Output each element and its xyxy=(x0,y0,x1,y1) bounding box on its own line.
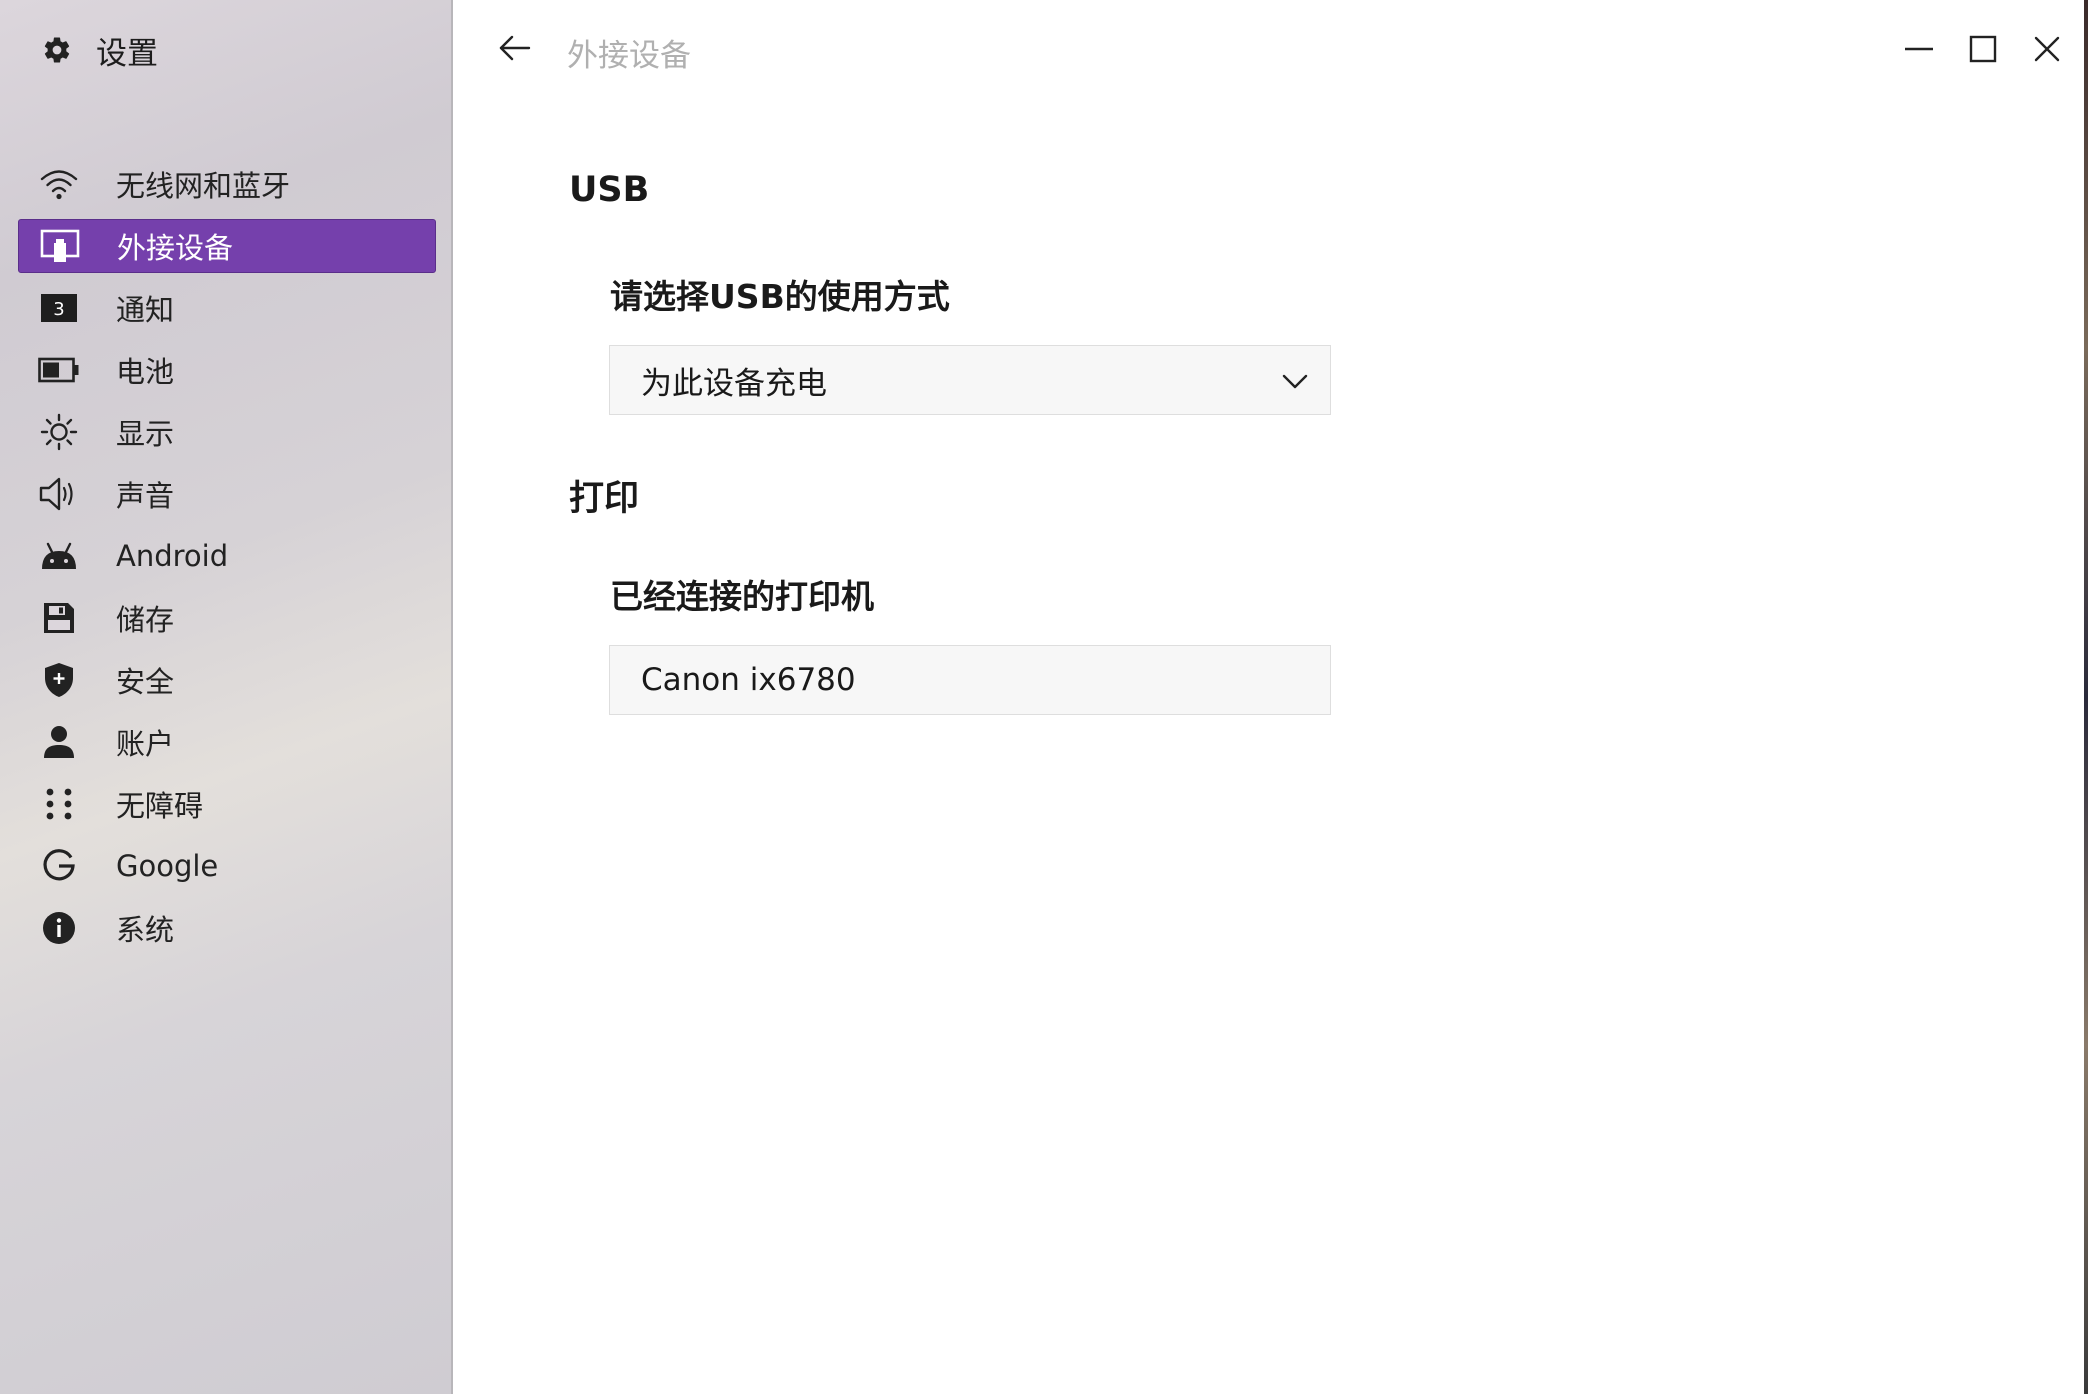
close-icon xyxy=(2033,35,2061,67)
usb-mode-dropdown[interactable]: 为此设备充电 xyxy=(609,345,1331,415)
usb-mode-label: 请选择USB的使用方式 xyxy=(610,277,950,316)
google-icon xyxy=(38,845,80,887)
accessibility-icon xyxy=(38,783,80,825)
sidebar-item-sound[interactable]: 声音 xyxy=(18,467,436,521)
sidebar-item-security[interactable]: 安全 xyxy=(18,653,436,707)
shield-icon xyxy=(38,659,80,701)
sidebar-item-label: 无障碍 xyxy=(116,789,204,823)
title-bar: 外接设备 xyxy=(455,0,2088,100)
sidebar: 设置 无线网和蓝牙 外接设备 3 通知 电池 显示 声音 Android 储存 … xyxy=(0,0,453,1394)
sidebar-item-connected-devices[interactable]: 外接设备 xyxy=(18,219,436,273)
brightness-icon xyxy=(38,411,80,453)
connected-devices-icon xyxy=(39,225,81,267)
app-title: 设置 xyxy=(96,35,158,72)
print-section-title: 打印 xyxy=(569,479,640,519)
sidebar-item-label: 通知 xyxy=(116,293,175,327)
maximize-icon xyxy=(1968,34,1998,68)
sidebar-item-google[interactable]: Google xyxy=(18,839,436,893)
sidebar-item-storage[interactable]: 储存 xyxy=(18,591,436,645)
printer-name: Canon ix6780 xyxy=(641,662,856,698)
page-title: 外接设备 xyxy=(567,38,691,74)
maximize-button[interactable] xyxy=(1960,28,2006,74)
sidebar-item-accessibility[interactable]: 无障碍 xyxy=(18,777,436,831)
sidebar-item-label: 显示 xyxy=(116,417,175,451)
sidebar-item-account[interactable]: 账户 xyxy=(18,715,436,769)
notification-count: 3 xyxy=(53,299,64,320)
usb-mode-selected-value: 为此设备充电 xyxy=(641,365,827,402)
sidebar-item-notifications[interactable]: 3 通知 xyxy=(18,281,436,335)
android-icon xyxy=(38,535,80,577)
sidebar-item-label: 系统 xyxy=(116,913,175,947)
sidebar-nav: 无线网和蓝牙 外接设备 3 通知 电池 显示 声音 Android 储存 安全 … xyxy=(18,157,436,963)
sidebar-item-label: 无线网和蓝牙 xyxy=(116,169,291,203)
sidebar-item-label: 账户 xyxy=(116,727,175,761)
chevron-down-icon xyxy=(1280,366,1310,396)
sidebar-item-android[interactable]: Android xyxy=(18,529,436,583)
close-button[interactable] xyxy=(2024,28,2070,74)
connected-printers-label: 已经连接的打印机 xyxy=(610,577,874,616)
battery-icon xyxy=(38,349,80,391)
usb-section-title: USB xyxy=(569,170,650,210)
sidebar-item-label: 声音 xyxy=(116,479,175,513)
sidebar-item-display[interactable]: 显示 xyxy=(18,405,436,459)
back-button[interactable] xyxy=(493,28,537,72)
sidebar-item-battery[interactable]: 电池 xyxy=(18,343,436,397)
window-edge xyxy=(2084,0,2088,1394)
sidebar-item-label: 储存 xyxy=(116,603,175,637)
sidebar-item-label: Google xyxy=(116,849,219,883)
account-icon xyxy=(38,721,80,763)
back-arrow-icon xyxy=(498,34,532,66)
sidebar-item-wifi-bluetooth[interactable]: 无线网和蓝牙 xyxy=(18,157,436,211)
minimize-icon xyxy=(1903,33,1935,69)
gear-icon xyxy=(40,33,74,67)
sidebar-item-system[interactable]: 系统 xyxy=(18,901,436,955)
info-icon xyxy=(38,907,80,949)
main-content: 外接设备 USB 请选择USB的使用方式 为此设备充电 打印 已经连接的打印机 … xyxy=(455,0,2088,1394)
notification-badge-icon: 3 xyxy=(38,287,80,329)
connected-printer-item[interactable]: Canon ix6780 xyxy=(609,645,1331,715)
sidebar-item-label: 外接设备 xyxy=(117,231,234,265)
app-header: 设置 xyxy=(40,28,158,72)
wifi-icon xyxy=(38,163,80,205)
sidebar-item-label: 电池 xyxy=(116,355,175,389)
minimize-button[interactable] xyxy=(1896,28,1942,74)
sidebar-item-label: Android xyxy=(116,539,229,573)
speaker-icon xyxy=(38,473,80,515)
storage-icon xyxy=(38,597,80,639)
sidebar-item-label: 安全 xyxy=(116,665,175,699)
